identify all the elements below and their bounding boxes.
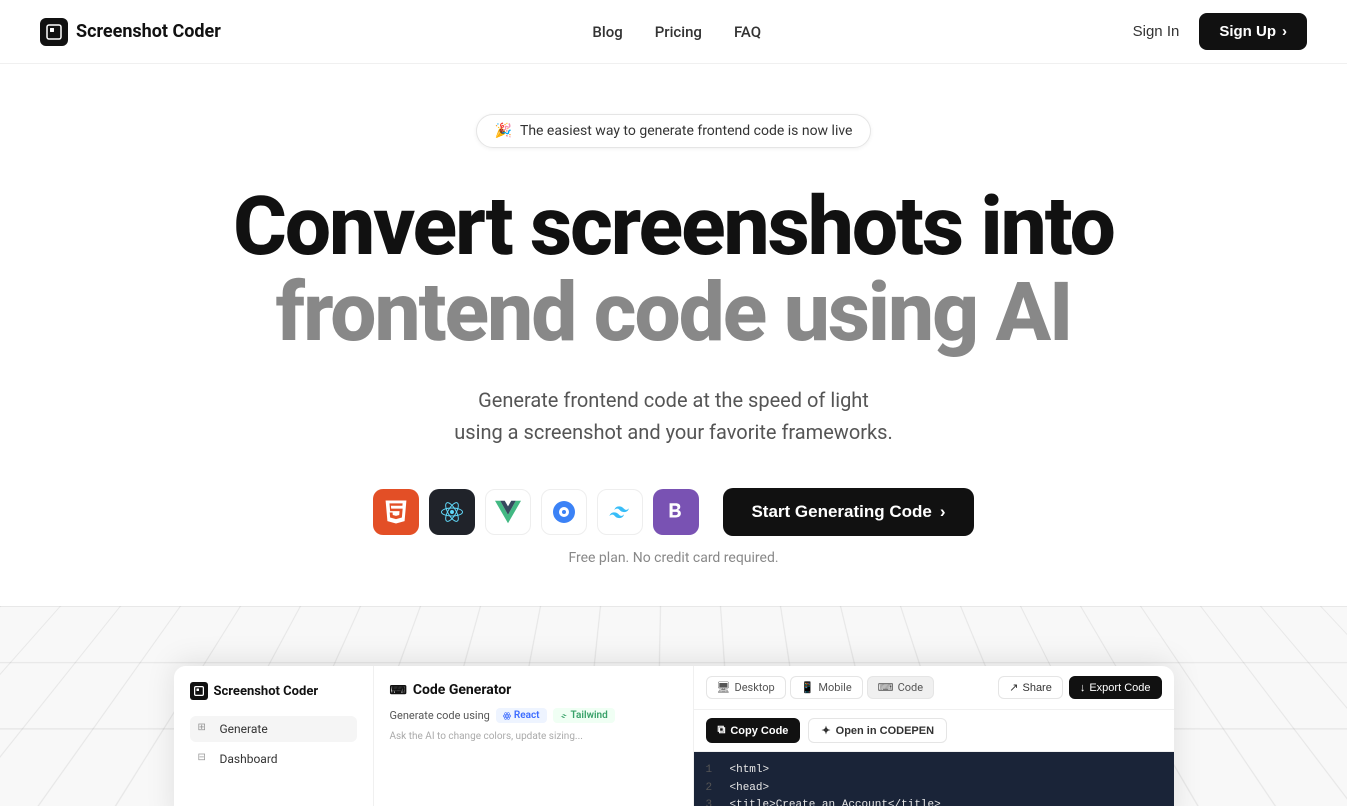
share-icon: ↗ [1009,681,1018,694]
share-button[interactable]: ↗ Share [998,676,1063,699]
demo-code-block: 1 <html> 2 <head> 3 <title>Create an Acc… [694,752,1174,806]
hero-cta-row: Start Generating Code › [373,488,973,536]
demo-right-actions: ↗ Share ↓ Export Code [998,676,1161,699]
sign-up-button[interactable]: Sign Up › [1199,13,1307,50]
nav-pricing[interactable]: Pricing [655,23,702,41]
demo-main: ⌨ Code Generator Generate code using Rea… [374,666,694,806]
sidebar-item-generate[interactable]: ⊞ Generate [190,716,357,742]
dashboard-sidebar-icon: ⊟ [198,752,212,766]
demo-window: Screenshot Coder ⊞ Generate ⊟ Dashboard … [174,666,1174,806]
framework-icons [373,489,699,535]
demo-code-actions: ⧉ Copy Code ✦ Open in CODEPEN [694,710,1174,752]
download-icon: ↓ [1080,682,1086,694]
badge-text: The easiest way to generate frontend cod… [520,123,853,139]
nav-right: Sign In Sign Up › [1133,13,1307,50]
demo-input-hint: Ask the AI to change colors, update sizi… [390,731,677,742]
hero-subtitle-line2: using a screenshot and your favorite fra… [454,420,893,444]
css-modules-icon [541,489,587,535]
demo-sidebar: Screenshot Coder ⊞ Generate ⊟ Dashboard [174,666,374,806]
hero-title-line1: Convert screenshots into [233,184,1114,270]
start-generating-button[interactable]: Start Generating Code › [723,488,973,536]
copy-icon: ⧉ [718,724,726,737]
navbar: Screenshot Coder Blog Pricing FAQ Sign I… [0,0,1347,64]
tab-code[interactable]: ⌨ Code [867,676,934,699]
hero-subtitle-line1: Generate frontend code at the speed of l… [478,388,869,412]
tailwind-icon [597,489,643,535]
bootstrap-icon [653,489,699,535]
codepen-icon: ✦ [821,724,830,737]
chevron-right-icon: › [1282,23,1287,40]
nav-logo[interactable]: Screenshot Coder [40,18,221,46]
nav-faq[interactable]: FAQ [734,23,761,41]
open-codepen-button[interactable]: ✦ Open in CODEPEN [808,718,947,743]
demo-main-title: ⌨ Code Generator [390,682,677,698]
sidebar-item-dashboard[interactable]: ⊟ Dashboard [190,746,357,772]
hero-section: 🎉 The easiest way to generate frontend c… [0,64,1347,606]
arrow-right-icon: › [940,502,946,522]
hero-subtitle: Generate frontend code at the speed of l… [454,384,893,448]
logo-text: Screenshot Coder [76,21,221,42]
vue-icon [485,489,531,535]
nav-blog[interactable]: Blog [592,23,622,41]
desktop-icon: 🖥 [717,681,731,694]
react-tag: React [496,708,547,723]
code-line-2: 2 <head> [706,780,1162,798]
tab-desktop[interactable]: 🖥 Desktop [706,676,786,699]
code-line-3: 3 <title>Create an Account</title> [706,797,1162,806]
tab-mobile[interactable]: 📱 Mobile [790,676,863,699]
react-icon [429,489,475,535]
hero-title-line2: frontend code using AI [276,270,1072,356]
code-icon: ⌨ [878,681,894,694]
demo-section: Screenshot Coder ⊞ Generate ⊟ Dashboard … [0,606,1347,806]
mobile-icon: 📱 [801,681,815,694]
nav-links: Blog Pricing FAQ [592,22,761,41]
demo-generate-using: Generate code using React Tailwind [390,708,677,723]
demo-sidebar-logo: Screenshot Coder [190,682,357,700]
sign-in-button[interactable]: Sign In [1133,23,1180,40]
copy-code-button[interactable]: ⧉ Copy Code [706,718,801,743]
html5-icon [373,489,419,535]
badge-emoji: 🎉 [495,123,512,139]
export-button[interactable]: ↓ Export Code [1069,676,1162,699]
demo-tabs: 🖥 Desktop 📱 Mobile ⌨ Code [706,676,935,699]
demo-right: 🖥 Desktop 📱 Mobile ⌨ Code ↗ Sh [694,666,1174,806]
generate-sidebar-icon: ⊞ [198,722,212,736]
code-line-1: 1 <html> [706,762,1162,780]
announcement-badge: 🎉 The easiest way to generate frontend c… [476,114,872,148]
code-generator-icon: ⌨ [390,683,407,697]
demo-sidebar-logo-icon [190,682,208,700]
demo-right-toolbar: 🖥 Desktop 📱 Mobile ⌨ Code ↗ Sh [694,666,1174,710]
tailwind-tag: Tailwind [553,708,615,723]
logo-icon [40,18,68,46]
free-plan-text: Free plan. No credit card required. [568,550,778,566]
